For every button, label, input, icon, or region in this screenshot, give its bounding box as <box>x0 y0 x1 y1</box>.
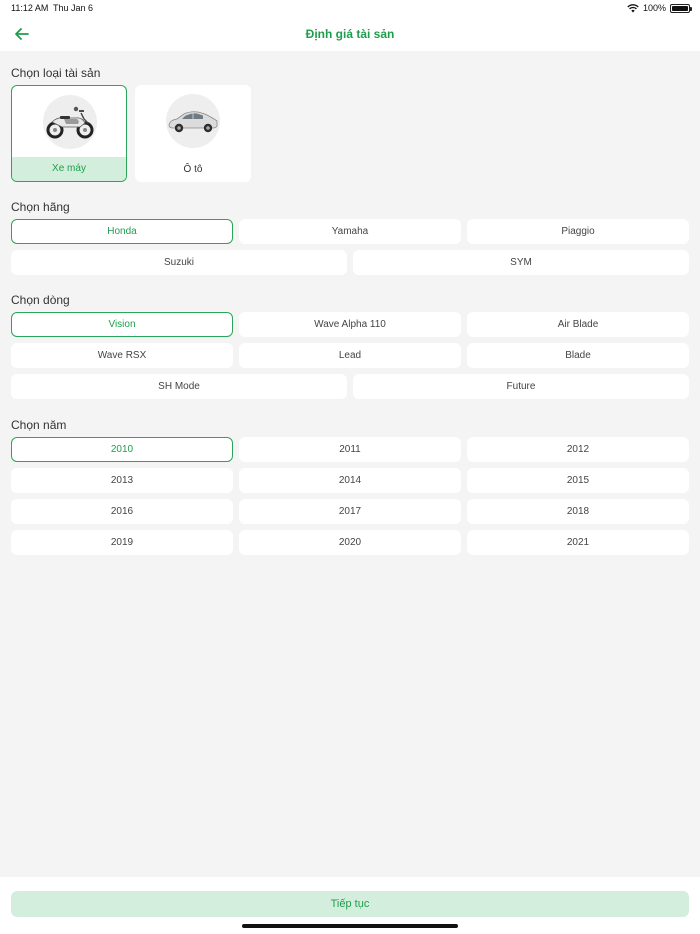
brand-chip-honda[interactable]: Honda <box>11 219 233 244</box>
brand-chip-suzuki[interactable]: Suzuki <box>11 250 347 275</box>
model-chip-vision[interactable]: Vision <box>11 312 233 337</box>
year-chip-2015[interactable]: 2015 <box>467 468 689 493</box>
model-chip-air-blade[interactable]: Air Blade <box>467 312 689 337</box>
brand-chip-piaggio[interactable]: Piaggio <box>467 219 689 244</box>
car-icon <box>168 111 218 133</box>
model-chip-lead[interactable]: Lead <box>239 343 461 368</box>
car-thumb <box>166 94 220 148</box>
year-chip-2021[interactable]: 2021 <box>467 530 689 555</box>
battery-icon <box>670 3 692 13</box>
asset-label-car: Ô tô <box>183 164 203 175</box>
wifi-icon <box>627 3 639 12</box>
year-chip-2011[interactable]: 2011 <box>239 437 461 462</box>
year-chip-2013[interactable]: 2013 <box>11 468 233 493</box>
year-chip-2018[interactable]: 2018 <box>467 499 689 524</box>
battery-percent: 100% <box>642 3 666 13</box>
status-bar: 11:12 AM Thu Jan 6 100% <box>0 0 700 18</box>
motorbike-thumb <box>43 95 97 149</box>
home-indicator <box>242 924 458 928</box>
asset-card-motorbike[interactable]: Xe máy <box>11 85 127 182</box>
brand-chip-yamaha[interactable]: Yamaha <box>239 219 461 244</box>
model-chip-wave-rsx[interactable]: Wave RSX <box>11 343 233 368</box>
year-chip-2014[interactable]: 2014 <box>239 468 461 493</box>
model-chip-blade[interactable]: Blade <box>467 343 689 368</box>
year-chip-2010[interactable]: 2010 <box>11 437 233 462</box>
brand-chip-sym[interactable]: SYM <box>353 250 689 275</box>
year-chip-2012[interactable]: 2012 <box>467 437 689 462</box>
motorbike-icon <box>46 106 94 139</box>
year-section-title: Chọn năm <box>11 418 67 432</box>
status-date: Thu Jan 6 <box>53 3 94 13</box>
asset-label-motorbike: Xe máy <box>12 157 126 181</box>
status-time: 11:12 AM <box>11 3 49 13</box>
model-chip-wave-alpha-110[interactable]: Wave Alpha 110 <box>239 312 461 337</box>
model-section-title: Chọn dòng <box>11 293 70 307</box>
brand-section-title: Chọn hãng <box>11 200 70 214</box>
continue-button[interactable]: Tiếp tục <box>11 891 689 917</box>
year-chip-2019[interactable]: 2019 <box>11 530 233 555</box>
navigation-bar: Định giá tài sản <box>0 18 700 51</box>
page-title: Định giá tài sản <box>305 27 395 41</box>
model-chip-sh-mode[interactable]: SH Mode <box>11 374 347 399</box>
year-chip-2017[interactable]: 2017 <box>239 499 461 524</box>
bottom-bar: Tiếp tục <box>0 877 700 934</box>
asset-section-title: Chọn loại tài sản <box>11 66 101 80</box>
year-chip-2016[interactable]: 2016 <box>11 499 233 524</box>
asset-card-car[interactable]: Ô tô <box>135 85 251 182</box>
model-chip-future[interactable]: Future <box>353 374 689 399</box>
status-right: 100% <box>627 3 692 13</box>
year-chip-2020[interactable]: 2020 <box>239 530 461 555</box>
